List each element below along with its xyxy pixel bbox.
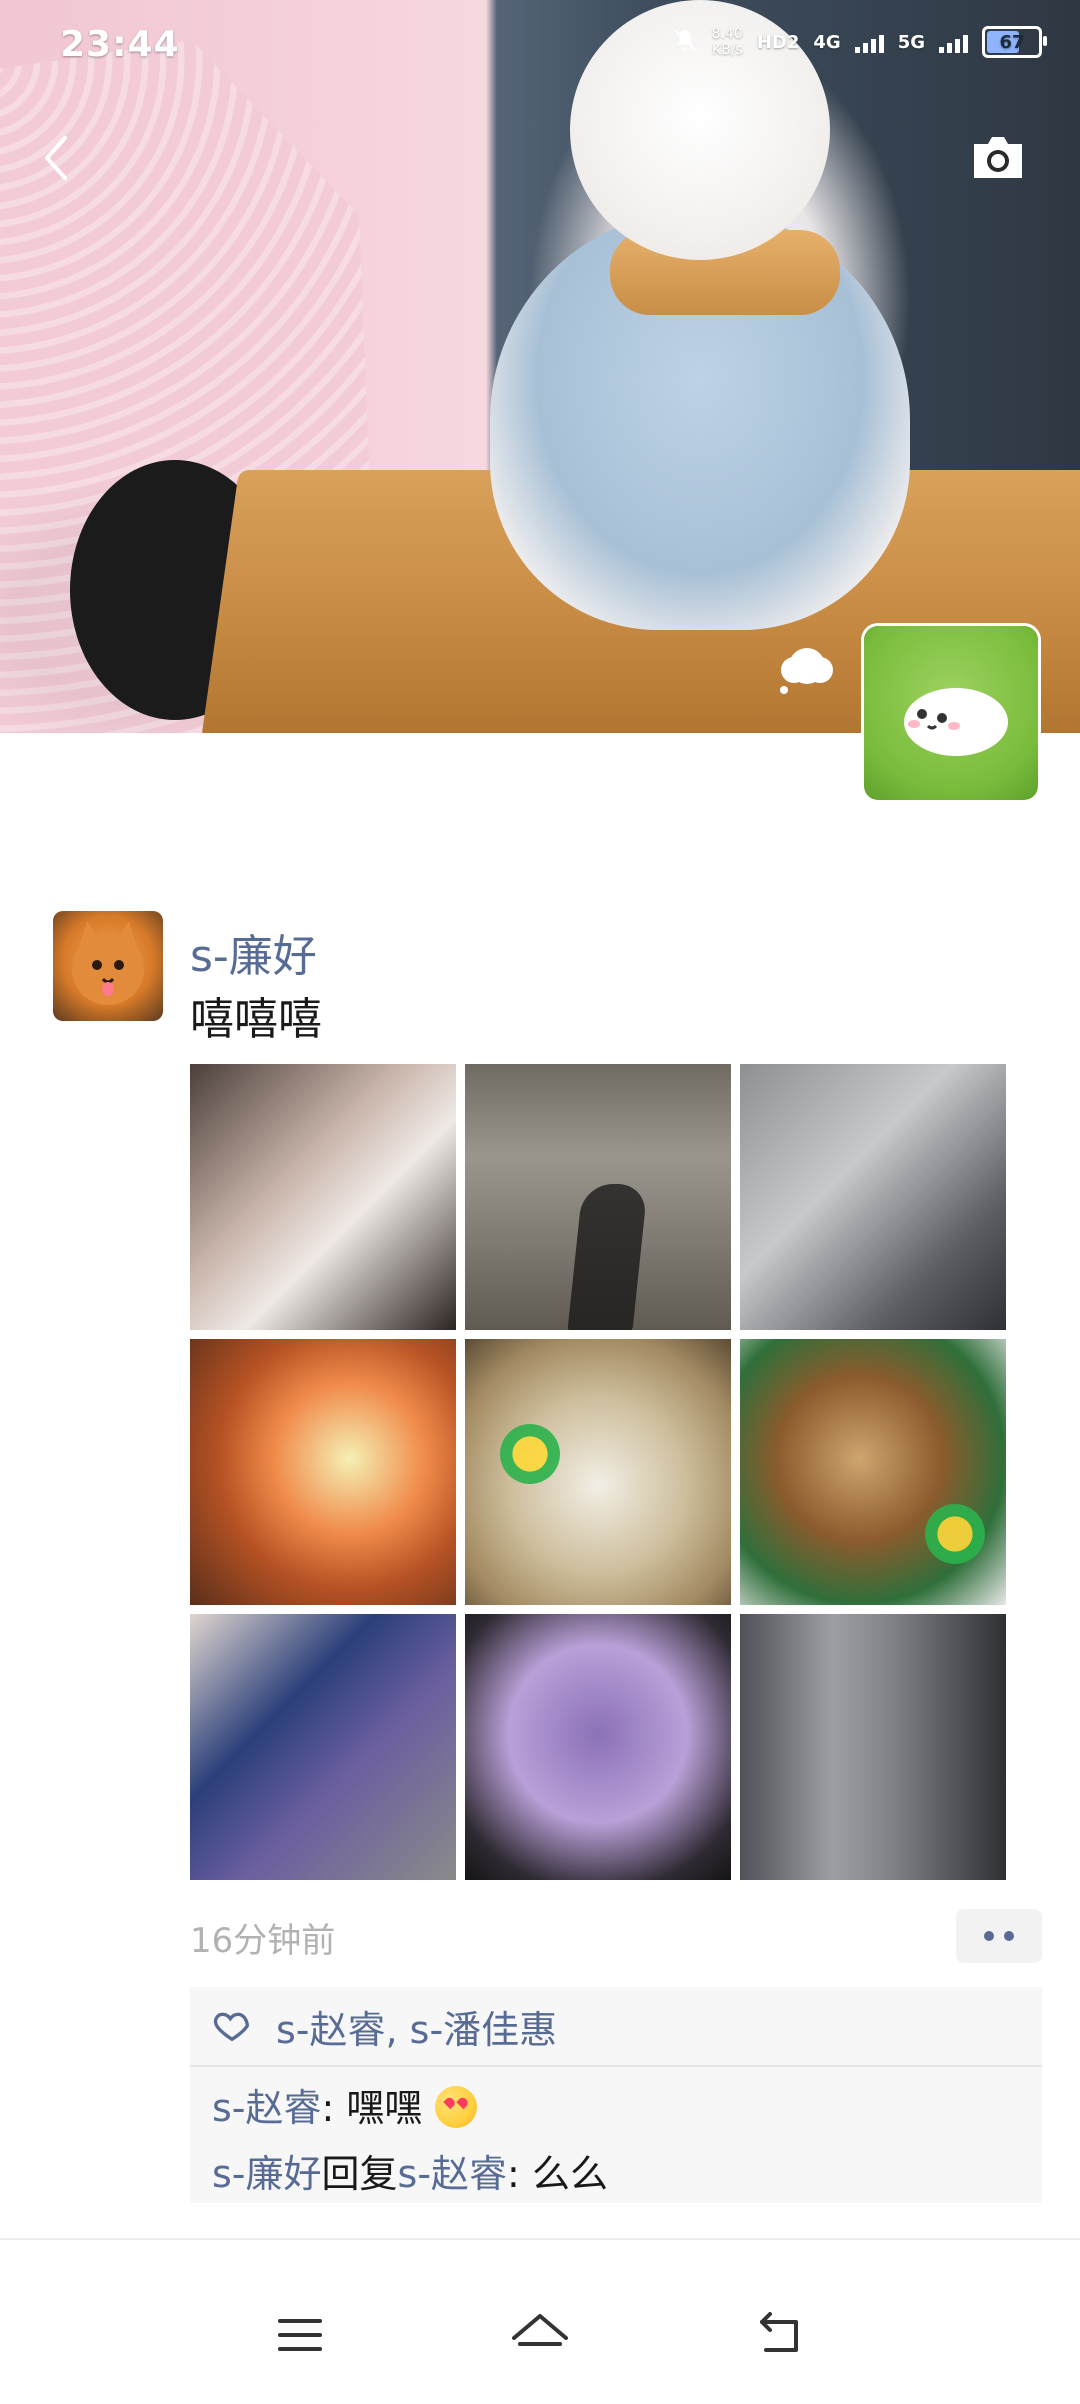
cover-photo[interactable]	[0, 0, 1080, 733]
photo-thumbnail[interactable]	[740, 1614, 1006, 1880]
photo-thumbnail[interactable]	[465, 1064, 731, 1330]
shadow-figure	[567, 1184, 648, 1330]
comment-separator: :	[507, 2152, 532, 2196]
camera-icon	[974, 137, 1022, 178]
comment-text: 么么	[531, 2152, 608, 2196]
home-icon	[512, 2314, 568, 2346]
back-arrow-icon	[760, 2312, 798, 2352]
photo-thumbnail[interactable]	[740, 1064, 1006, 1330]
network-5g: 5G	[897, 31, 925, 53]
photo-thumbnail[interactable]	[465, 1614, 731, 1880]
battery-icon: 67	[982, 26, 1047, 58]
more-actions-button[interactable]	[956, 1909, 1042, 1963]
profile-avatar[interactable]	[864, 626, 1038, 800]
status-icons: 8.40 KB/s HD2 4G 5G 67	[672, 26, 1047, 58]
network-4g: 4G	[813, 31, 841, 53]
post-author-name[interactable]: s-廉好	[190, 920, 317, 984]
home-button[interactable]	[500, 2300, 580, 2370]
heart-eyes-emoji-icon	[434, 2086, 477, 2128]
status-time: 23:44	[60, 24, 180, 65]
photo-thumbnail[interactable]	[190, 1614, 456, 1880]
hamster-icon	[904, 688, 1008, 756]
heart-icon	[213, 2012, 250, 2042]
comment-row[interactable]: s-赵睿: 嘿嘿	[212, 2077, 477, 2132]
hd-badge: HD2	[756, 31, 800, 53]
comment-text: 嘿嘿	[346, 2086, 423, 2130]
dot-icon	[984, 1931, 994, 1941]
comment-author[interactable]: s-赵睿	[212, 2086, 322, 2130]
signal-icon	[939, 31, 968, 53]
mute-icon	[672, 27, 698, 57]
post-time: 16分钟前	[190, 1921, 336, 1961]
photo-grid	[190, 1064, 1008, 1881]
post-author-avatar[interactable]	[53, 911, 163, 1021]
photo-thumbnail[interactable]	[740, 1339, 1006, 1605]
camera-button[interactable]	[968, 132, 1038, 188]
back-nav-button[interactable]	[740, 2300, 820, 2370]
comment-author[interactable]: s-廉好	[212, 2152, 322, 2196]
photo-thumbnail[interactable]	[465, 1339, 731, 1605]
signal-icon	[854, 31, 884, 53]
subway-logo-icon	[495, 1419, 565, 1489]
reply-word: 回复	[321, 2152, 398, 2196]
status-bar: 23:44 8.40 KB/s HD2 4G 5G 67	[0, 0, 1080, 96]
system-nav-bar	[0, 2240, 1080, 2404]
recent-apps-button[interactable]	[260, 2300, 340, 2370]
comment-separator: :	[321, 2086, 347, 2130]
dot-icon	[1004, 1931, 1014, 1941]
comment-row[interactable]: s-廉好回复s-赵睿: 么么	[212, 2143, 608, 2198]
menu-icon	[278, 2319, 322, 2351]
photo-thumbnail[interactable]	[190, 1064, 456, 1330]
network-speed: 8.40 KB/s	[711, 26, 743, 58]
subway-logo-icon	[920, 1499, 990, 1569]
cloud-icon	[772, 640, 842, 700]
reply-to-name[interactable]: s-赵睿	[398, 2152, 508, 2196]
back-button[interactable]	[34, 128, 78, 188]
orange-cat-icon	[72, 921, 144, 1005]
chevron-left-icon	[45, 136, 67, 180]
likes-names[interactable]: s-赵睿, s-潘佳惠	[276, 1999, 557, 2054]
likes-row: s-赵睿, s-潘佳惠	[190, 1987, 1042, 2067]
post-text: 嘻嘻嘻	[190, 994, 322, 1045]
photo-thumbnail[interactable]	[190, 1339, 456, 1605]
